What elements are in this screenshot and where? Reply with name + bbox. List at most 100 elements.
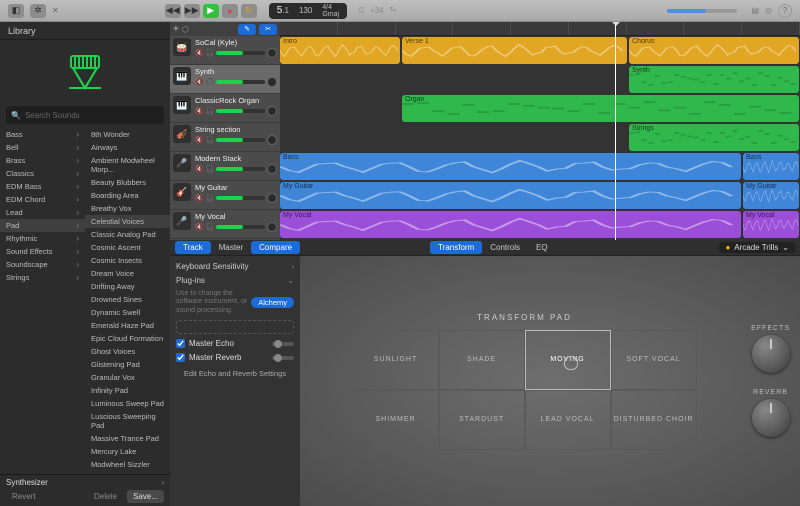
- track-header[interactable]: 🎹ClassicRock Organ🔇🎧: [170, 94, 280, 123]
- transform-cell[interactable]: SHADE: [439, 330, 525, 390]
- headphone-button[interactable]: 🎧: [206, 165, 215, 173]
- play-button[interactable]: ▶: [203, 4, 219, 18]
- headphone-button[interactable]: 🎧: [206, 194, 215, 202]
- region[interactable]: Bass: [280, 153, 741, 180]
- master-echo-slider[interactable]: [272, 342, 294, 346]
- mute-button[interactable]: 🔇: [195, 49, 204, 57]
- master-volume-slider[interactable]: [667, 9, 737, 13]
- patch-item[interactable]: Classic Analog Pad: [85, 228, 170, 241]
- add-track-button[interactable]: +: [173, 24, 179, 35]
- record-button[interactable]: ●: [222, 4, 238, 18]
- pan-knob[interactable]: [267, 135, 277, 145]
- category-item[interactable]: Strings›: [0, 271, 85, 284]
- mute-button[interactable]: 🔇: [195, 165, 204, 173]
- transform-cell[interactable]: SOFT VOCAL: [611, 330, 697, 390]
- region[interactable]: My Vocal: [280, 211, 741, 238]
- volume-fader[interactable]: [216, 51, 265, 55]
- lcd-display[interactable]: 5.1 130 4/4Gmaj: [269, 3, 347, 19]
- delete-button[interactable]: Delete: [88, 490, 123, 503]
- patch-item[interactable]: 8th Wonder: [85, 128, 170, 141]
- patch-item[interactable]: Beauty Blubbers: [85, 176, 170, 189]
- pan-knob[interactable]: [267, 48, 277, 58]
- patch-item[interactable]: Luminous Sweep Pad: [85, 397, 170, 410]
- region[interactable]: My Guitar: [743, 182, 799, 209]
- region[interactable]: Chorus: [629, 37, 799, 64]
- mute-button[interactable]: 🔇: [195, 194, 204, 202]
- mute-button[interactable]: 🔇: [195, 136, 204, 144]
- region[interactable]: Synth: [629, 66, 799, 93]
- reverb-knob[interactable]: [752, 399, 790, 437]
- pan-knob[interactable]: [267, 193, 277, 203]
- transform-cell[interactable]: STARDUST: [439, 390, 525, 450]
- patch-item[interactable]: Breathy Vox: [85, 202, 170, 215]
- category-item[interactable]: Lead›: [0, 206, 85, 219]
- tuner-icon[interactable]: ⮑: [389, 4, 396, 18]
- help-button[interactable]: ?: [778, 4, 792, 18]
- track-header[interactable]: 🎤My Vocal🔇🎧: [170, 210, 280, 239]
- edit-tool-button[interactable]: ✎: [238, 24, 256, 35]
- category-item[interactable]: Rhythmic›: [0, 232, 85, 245]
- patch-item[interactable]: Celestial Voices: [85, 215, 170, 228]
- revert-button[interactable]: Revert: [6, 490, 42, 503]
- transform-cell[interactable]: LEAD VOCAL: [525, 390, 611, 450]
- track-header[interactable]: 🎸My Guitar🔇🎧: [170, 181, 280, 210]
- volume-fader[interactable]: [216, 167, 265, 171]
- scissors-tool-button[interactable]: ✂: [259, 24, 277, 35]
- patch-item[interactable]: Emerald Haze Pad: [85, 319, 170, 332]
- region[interactable]: Organ: [402, 95, 799, 122]
- patch-item[interactable]: Dream Voice: [85, 267, 170, 280]
- mute-button[interactable]: 🔇: [195, 78, 204, 86]
- plugins-row[interactable]: Plug-ins⌄: [176, 276, 294, 285]
- automation-icon[interactable]: ⬡: [182, 25, 189, 34]
- tab-track[interactable]: Track: [175, 241, 211, 254]
- pan-knob[interactable]: [267, 77, 277, 87]
- patch-item[interactable]: Boarding Area: [85, 189, 170, 202]
- quick-help-button[interactable]: ✲: [30, 4, 46, 18]
- headphone-button[interactable]: 🎧: [206, 136, 215, 144]
- category-item[interactable]: EDM Chord›: [0, 193, 85, 206]
- notepad-icon[interactable]: ▤: [751, 6, 759, 15]
- track-header[interactable]: 🥁SoCal (Kyle)🔇🎧: [170, 36, 280, 65]
- volume-fader[interactable]: [216, 225, 265, 229]
- patch-item[interactable]: Massive Trance Pad: [85, 432, 170, 445]
- headphone-button[interactable]: 🎧: [206, 49, 215, 57]
- category-item[interactable]: Bell›: [0, 141, 85, 154]
- master-echo-checkbox[interactable]: [176, 339, 185, 348]
- patch-item[interactable]: Cosmic Insects: [85, 254, 170, 267]
- close-icon[interactable]: ✕: [52, 6, 59, 15]
- region[interactable]: My Guitar: [280, 182, 741, 209]
- category-item[interactable]: Classics›: [0, 167, 85, 180]
- patch-item[interactable]: Cosmic Ascent: [85, 241, 170, 254]
- category-item[interactable]: Brass›: [0, 154, 85, 167]
- patch-item[interactable]: Granular Vox: [85, 371, 170, 384]
- tab-transform[interactable]: Transform: [430, 241, 482, 254]
- region[interactable]: My Vocal: [743, 211, 799, 238]
- volume-fader[interactable]: [216, 80, 265, 84]
- transform-cell[interactable]: DISTURBED CHOIR: [611, 390, 697, 450]
- playhead[interactable]: [615, 22, 616, 240]
- master-reverb-checkbox[interactable]: [176, 353, 185, 362]
- transform-cell[interactable]: SUNLIGHT: [353, 330, 439, 390]
- effects-knob[interactable]: [752, 335, 790, 373]
- arrange-area[interactable]: IntroVerse 1ChorusSynthOrganStringsBassB…: [280, 22, 800, 240]
- transform-cell[interactable]: SHIMMER: [353, 390, 439, 450]
- region[interactable]: Intro: [280, 37, 400, 64]
- patch-item[interactable]: Drifting Away: [85, 280, 170, 293]
- edit-echo-reverb-link[interactable]: Edit Echo and Reverb Settings: [176, 367, 294, 380]
- transform-pad[interactable]: SUNLIGHTSHADEMOVINGSOFT VOCAL SHIMMERSTAR…: [353, 330, 697, 450]
- category-item[interactable]: Soundscape›: [0, 258, 85, 271]
- preset-selector[interactable]: ● Arcade Trills ⌄: [719, 242, 795, 253]
- keyboard-sensitivity-row[interactable]: Keyboard Sensitivity›: [176, 262, 294, 271]
- rewind-button[interactable]: ◀◀: [165, 4, 181, 18]
- empty-plugin-slot[interactable]: [176, 320, 294, 334]
- count-in-icon[interactable]: ⌼: [359, 6, 364, 16]
- patch-item[interactable]: Airways: [85, 141, 170, 154]
- pan-knob[interactable]: [267, 164, 277, 174]
- patch-item[interactable]: Mercury Lake: [85, 445, 170, 458]
- save-button[interactable]: Save...: [127, 490, 164, 503]
- patch-item[interactable]: Ambient Modwheel Morp...: [85, 154, 170, 176]
- pan-knob[interactable]: [267, 222, 277, 232]
- mute-button[interactable]: 🔇: [195, 223, 204, 231]
- headphone-button[interactable]: 🎧: [206, 78, 215, 86]
- transform-cell[interactable]: MOVING: [525, 330, 611, 390]
